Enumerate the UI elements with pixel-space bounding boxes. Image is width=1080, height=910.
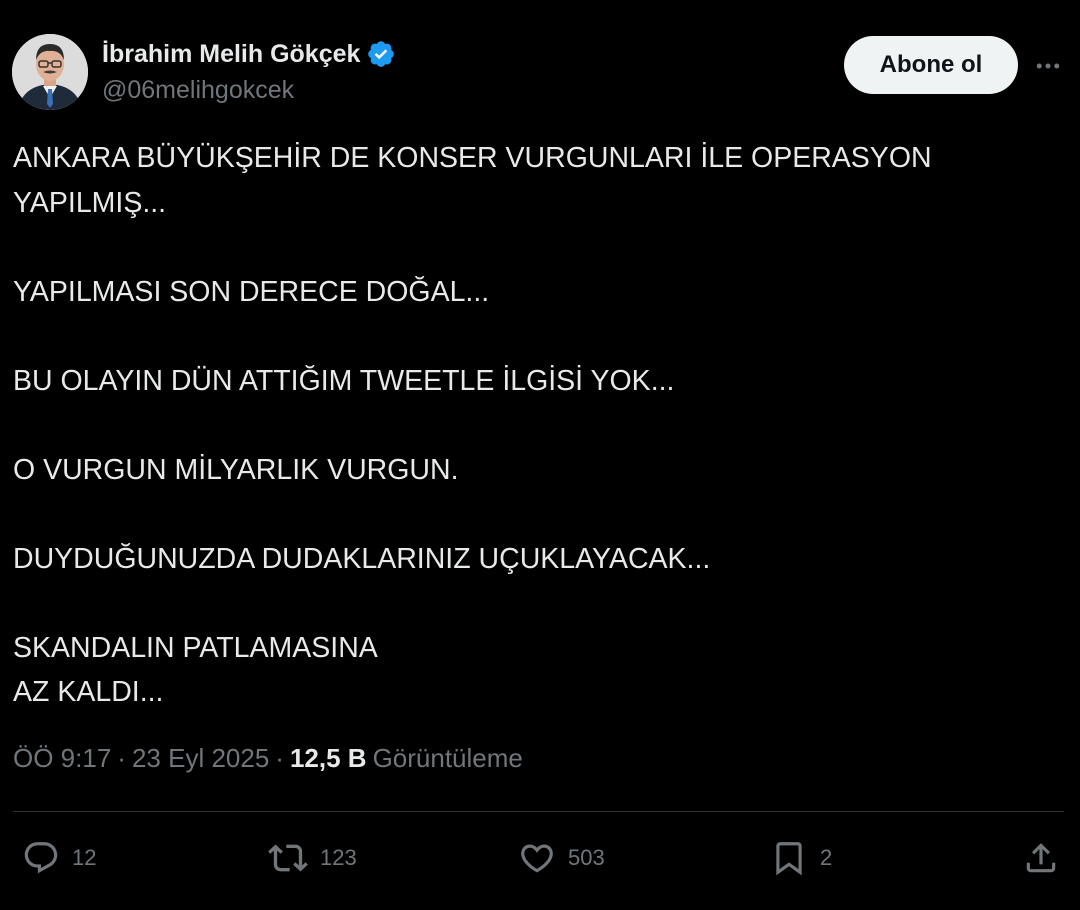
author-name-block: İbrahim Melih Gökçek @06melihgokcek [102,36,396,105]
like-button[interactable]: 503 [518,836,605,880]
display-name-row: İbrahim Melih Gökçek [102,36,396,72]
action-bar: 12 123 503 2 [22,836,1060,880]
tweet-paragraph: DUYDUĞUNUZDA DUDAKLARINIZ UÇUKLAYACAK... [13,542,711,575]
share-button[interactable] [1022,836,1060,880]
tweet-paragraph: SKANDALIN PATLAMASINA AZ KALDI... [13,626,1053,715]
repost-button[interactable]: 123 [268,836,357,880]
tweet-paragraph: BU OLAYIN DÜN ATTIĞIM TWEETLE İLGİSİ YOK… [13,364,675,397]
bookmark-icon [776,842,802,876]
meta-separator: · [275,743,284,773]
repost-count: 123 [320,845,357,870]
like-icon [521,844,553,873]
bookmark-button[interactable]: 2 [770,836,832,880]
views-label: Görüntüleme [372,743,523,773]
bookmark-count: 2 [820,845,833,870]
views-count: 12,5 B [289,743,367,773]
tweet-header: İbrahim Melih Gökçek @06melihgokcek Abon… [12,34,1068,114]
more-icon[interactable] [1028,46,1068,86]
divider [13,811,1064,812]
reply-button[interactable]: 12 [22,836,96,880]
meta-separator: · [117,743,126,773]
tweet-line: SKANDALIN PATLAMASINA [13,631,378,664]
author-avatar[interactable] [12,34,88,110]
tweet-paragraph: O VURGUN MİLYARLIK VURGUN. [13,453,459,486]
follow-button[interactable]: Abone ol [844,36,1018,94]
like-count: 503 [568,845,605,870]
tweet-paragraph: YAPILMASI SON DERECE DOĞAL... [13,275,490,308]
share-icon [1026,843,1056,873]
reply-icon [24,842,58,874]
author-display-name[interactable]: İbrahim Melih Gökçek [102,40,360,69]
verified-badge-icon[interactable] [366,39,396,69]
tweet-text: ANKARA BÜYÜKŞEHİR DE KONSER VURGUNLARI İ… [13,136,1053,715]
reply-count: 12 [72,845,97,870]
tweet-line: AZ KALDI... [13,676,164,708]
tweet-meta: ÖÖ 9:17 · 23 Eyl 2025 · 12,5 B Görüntüle… [13,743,523,774]
tweet-date[interactable]: 23 Eyl 2025 [132,743,269,774]
tweet-card: İbrahim Melih Gökçek @06melihgokcek Abon… [0,0,1080,910]
repost-icon [268,844,308,872]
author-handle[interactable]: @06melihgokcek [102,76,396,105]
tweet-time[interactable]: ÖÖ 9:17 [13,743,111,774]
tweet-paragraph: ANKARA BÜYÜKŞEHİR DE KONSER VURGUNLARI İ… [13,142,932,219]
